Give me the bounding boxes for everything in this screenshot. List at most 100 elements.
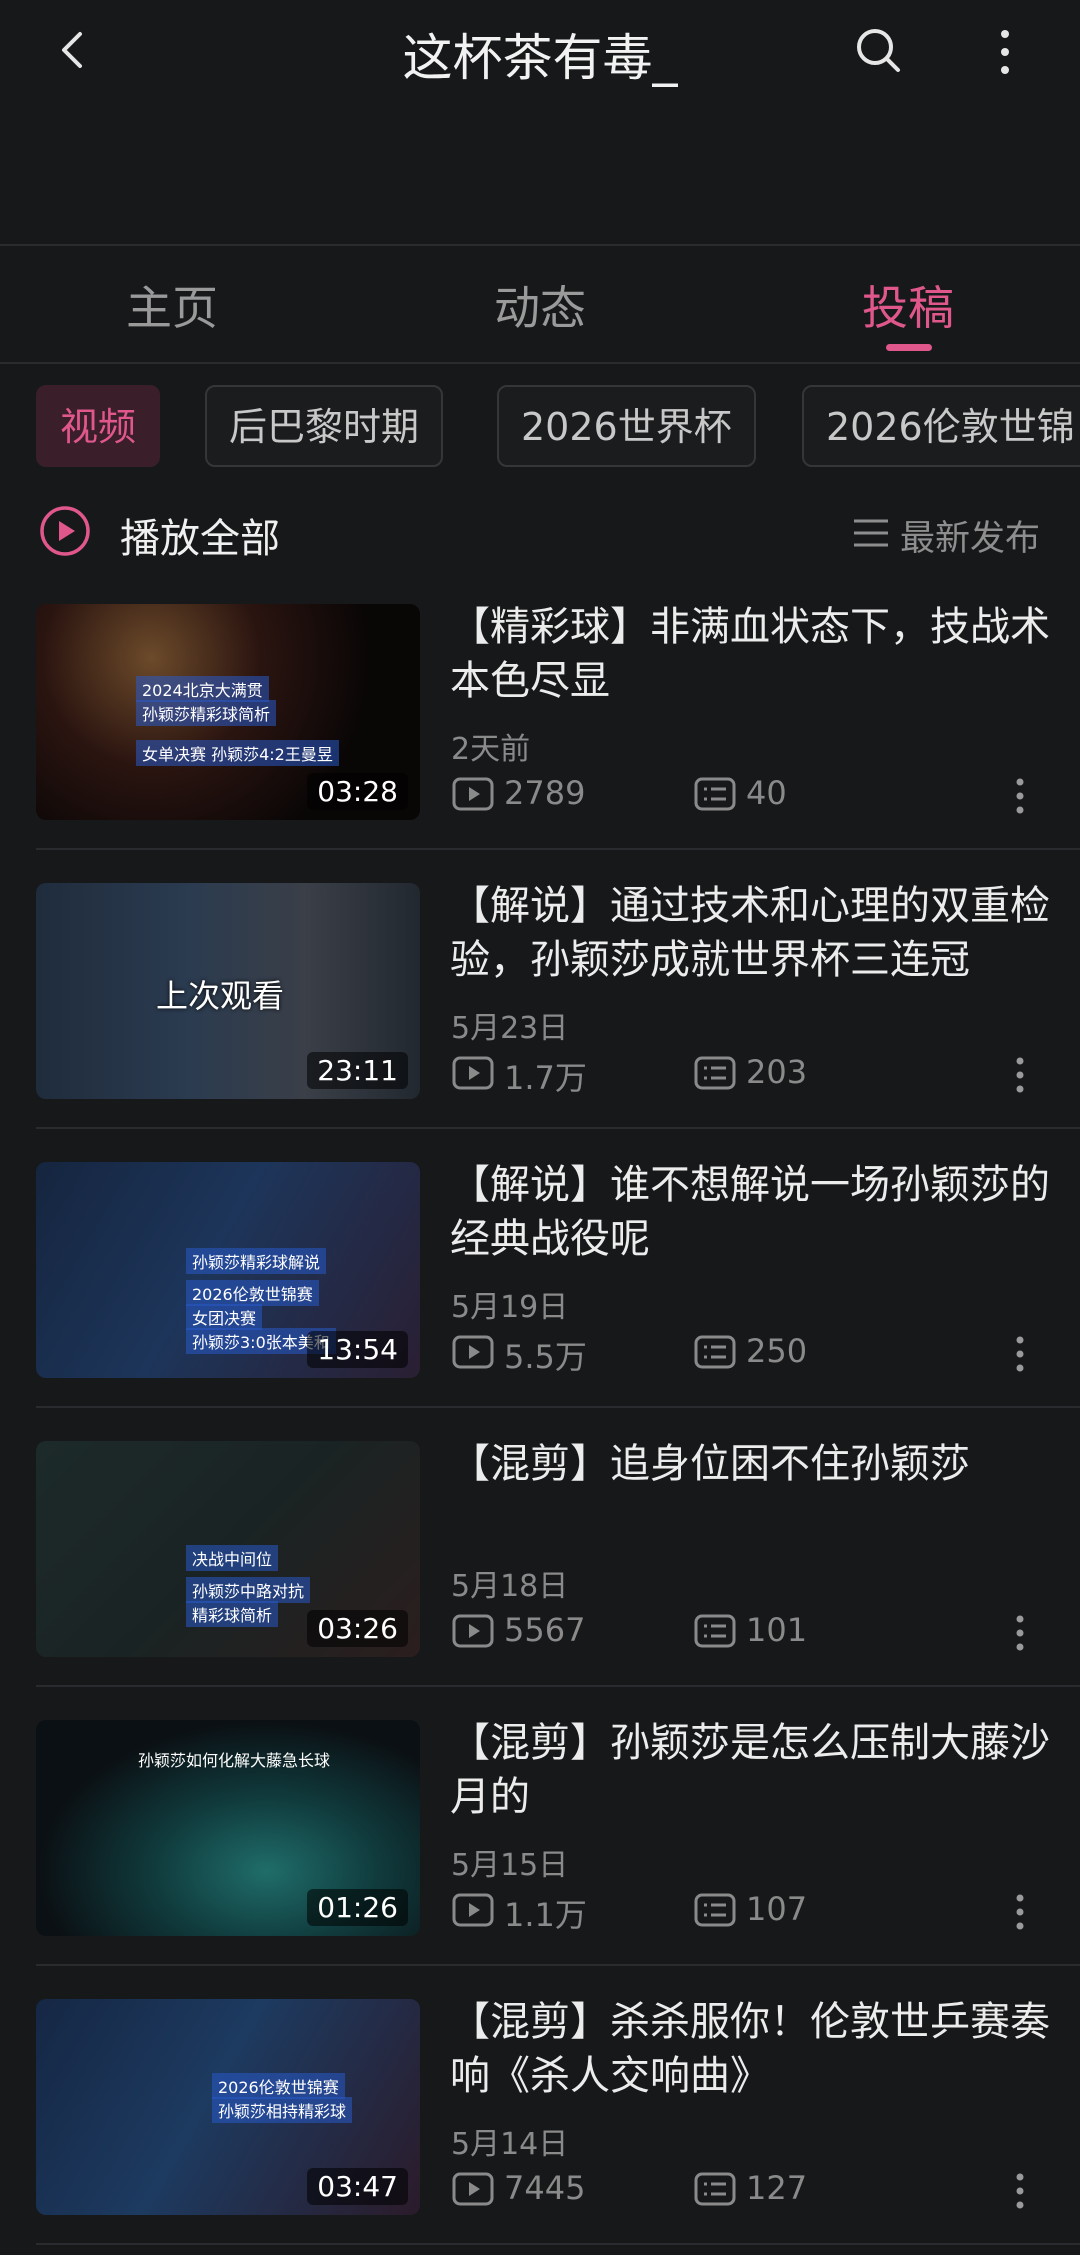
video-duration: 03:47 <box>307 2168 408 2205</box>
video-date: 5月18日 <box>451 1569 569 1604</box>
chip-post-paris[interactable]: 后巴黎时期 <box>205 385 444 467</box>
thumbnail-caption: 2024北京大满贯 <box>136 676 269 702</box>
comment-count-text: 203 <box>746 1053 808 1091</box>
view-count-text: 5567 <box>504 1611 586 1649</box>
video-item[interactable]: 孙颖莎如何化解大藤急长球 01:26 【混剪】孙颖莎是怎么压制大藤沙月的 5月1… <box>0 1716 1080 1995</box>
play-circle-icon <box>40 506 90 556</box>
video-title[interactable]: 【精彩球】非满血状态下，技战术本色尽显 <box>450 600 1050 708</box>
chevron-left-icon <box>62 32 82 68</box>
more-vertical-icon <box>1016 778 1024 814</box>
active-tab-indicator <box>886 344 932 351</box>
item-more-button[interactable] <box>1000 776 1040 816</box>
play-count-icon <box>452 777 494 811</box>
play-count-icon <box>452 1614 494 1648</box>
thumbnail-caption: 孙颖莎中路对抗 <box>186 1577 311 1603</box>
danmaku-icon <box>694 1335 736 1369</box>
thumbnail-caption: 女单决赛 孙颖莎4:2王曼昱 <box>136 740 339 766</box>
video-item[interactable]: 2024北京大满贯 孙颖莎精彩球简析 女单决赛 孙颖莎4:2王曼昱 03:28 … <box>0 600 1080 879</box>
sort-label[interactable]: 最新发布 <box>900 510 1040 561</box>
danmaku-icon <box>694 777 736 811</box>
video-thumbnail[interactable]: 上次观看 23:11 <box>36 883 420 1099</box>
tab-activity[interactable]: 动态 <box>430 272 650 338</box>
view-count-text: 1.7万 <box>504 1059 587 1097</box>
play-count-icon <box>452 2172 494 2206</box>
danmaku-icon <box>694 1893 736 1927</box>
thumbnail-caption: 2026伦敦世锦赛 <box>212 2073 345 2099</box>
divider <box>36 1127 1080 1129</box>
tab-uploads[interactable]: 投稿 <box>798 272 1018 338</box>
item-more-button[interactable] <box>1000 1613 1040 1653</box>
more-vertical-icon <box>1001 30 1009 74</box>
play-all-label[interactable]: 播放全部 <box>120 506 280 564</box>
view-count-text: 1.1万 <box>504 1896 587 1934</box>
list-sort-icon <box>854 519 888 547</box>
more-vertical-icon <box>1016 1894 1024 1930</box>
search-icon <box>857 29 900 72</box>
view-count-text: 2789 <box>504 774 586 812</box>
tab-home[interactable]: 主页 <box>62 272 282 338</box>
chip-videos[interactable]: 视频 <box>36 385 161 467</box>
video-item[interactable]: 上次观看 23:11 【解说】通过技术和心理的双重检验，孙颖莎成就世界杯三连冠 … <box>0 879 1080 1158</box>
more-vertical-icon <box>1016 1057 1024 1093</box>
video-date: 2天前 <box>451 732 531 767</box>
divider <box>36 1964 1080 1966</box>
filter-chips: 视频 后巴黎时期 2026世界杯 2026伦敦世锦 <box>0 385 1080 469</box>
sort-button[interactable] <box>852 516 890 550</box>
view-count-text: 7445 <box>504 2169 586 2207</box>
thumbnail-caption: 孙颖莎精彩球简析 <box>136 700 277 726</box>
play-all-row: 播放全部 最新发布 <box>0 498 1080 570</box>
chip-2026-world-cup[interactable]: 2026世界杯 <box>497 385 756 467</box>
danmaku-icon <box>694 2172 736 2206</box>
divider <box>0 362 1080 364</box>
thumbnail-caption: 女团决赛 <box>186 1304 263 1330</box>
play-count-icon <box>452 1335 494 1369</box>
more-vertical-icon <box>1016 1615 1024 1651</box>
back-button[interactable] <box>44 20 104 80</box>
video-date: 5月19日 <box>451 1290 569 1325</box>
video-title[interactable]: 【混剪】杀杀服你！伦敦世乒赛奏响《杀人交响曲》 <box>450 1995 1050 2103</box>
video-title[interactable]: 【解说】谁不想解说一场孙颖莎的经典战役呢 <box>450 1158 1050 1266</box>
video-duration: 03:28 <box>307 773 408 810</box>
video-duration: 01:26 <box>307 1889 408 1926</box>
video-thumbnail[interactable]: 2024北京大满贯 孙颖莎精彩球简析 女单决赛 孙颖莎4:2王曼昱 03:28 <box>36 604 420 820</box>
divider <box>36 1406 1080 1408</box>
thumbnail-caption: 2026伦敦世锦赛 <box>186 1280 319 1306</box>
comment-count-text: 127 <box>746 2169 808 2207</box>
top-bar: 这杯茶有毒_ <box>0 0 1080 110</box>
comment-count-text: 107 <box>746 1890 808 1928</box>
video-item[interactable]: 孙颖莎精彩球解说 2026伦敦世锦赛 女团决赛 孙颖莎3:0张本美和 13:54… <box>0 1158 1080 1437</box>
video-item[interactable]: 2026伦敦世锦赛 孙颖莎相持精彩球 03:47 【混剪】杀杀服你！伦敦世乒赛奏… <box>0 1995 1080 2255</box>
video-thumbnail[interactable]: 孙颖莎如何化解大藤急长球 01:26 <box>36 1720 420 1936</box>
video-thumbnail[interactable]: 2026伦敦世锦赛 孙颖莎相持精彩球 03:47 <box>36 1999 420 2215</box>
item-more-button[interactable] <box>1000 1055 1040 1095</box>
video-title[interactable]: 【混剪】孙颖莎是怎么压制大藤沙月的 <box>450 1716 1050 1824</box>
comment-count-text: 101 <box>746 1611 808 1649</box>
search-button[interactable] <box>848 20 908 80</box>
play-all-button[interactable] <box>38 504 92 558</box>
video-title[interactable]: 【混剪】追身位困不住孙颖莎 <box>450 1437 1050 1491</box>
video-date: 5月14日 <box>451 2127 569 2162</box>
divider <box>36 1685 1080 1687</box>
more-options-button[interactable] <box>980 20 1030 84</box>
video-title[interactable]: 【解说】通过技术和心理的双重检验，孙颖莎成就世界杯三连冠 <box>450 879 1050 987</box>
item-more-button[interactable] <box>1000 1892 1040 1932</box>
comment-count-text: 250 <box>746 1332 808 1370</box>
danmaku-icon <box>694 1056 736 1090</box>
video-item[interactable]: 决战中间位 孙颖莎中路对抗 精彩球简析 03:26 【混剪】追身位困不住孙颖莎 … <box>0 1437 1080 1716</box>
profile-tabs: 主页 动态 投稿 <box>0 246 1080 362</box>
comment-count-text: 40 <box>746 774 787 812</box>
chip-2026-london-worlds[interactable]: 2026伦敦世锦 <box>802 385 1080 467</box>
video-date: 5月23日 <box>451 1011 569 1046</box>
thumbnail-caption: 孙颖莎相持精彩球 <box>212 2097 353 2123</box>
item-more-button[interactable] <box>1000 1334 1040 1374</box>
item-more-button[interactable] <box>1000 2171 1040 2211</box>
more-vertical-icon <box>1016 2173 1024 2209</box>
video-thumbnail[interactable]: 决战中间位 孙颖莎中路对抗 精彩球简析 03:26 <box>36 1441 420 1657</box>
thumbnail-caption: 精彩球简析 <box>186 1601 279 1627</box>
view-count-text: 5.5万 <box>504 1338 587 1376</box>
video-date: 5月15日 <box>451 1848 569 1883</box>
video-thumbnail[interactable]: 孙颖莎精彩球解说 2026伦敦世锦赛 女团决赛 孙颖莎3:0张本美和 13:54 <box>36 1162 420 1378</box>
play-count-icon <box>452 1893 494 1927</box>
danmaku-icon <box>694 1614 736 1648</box>
thumbnail-caption: 孙颖莎如何化解大藤急长球 <box>138 1751 331 1770</box>
